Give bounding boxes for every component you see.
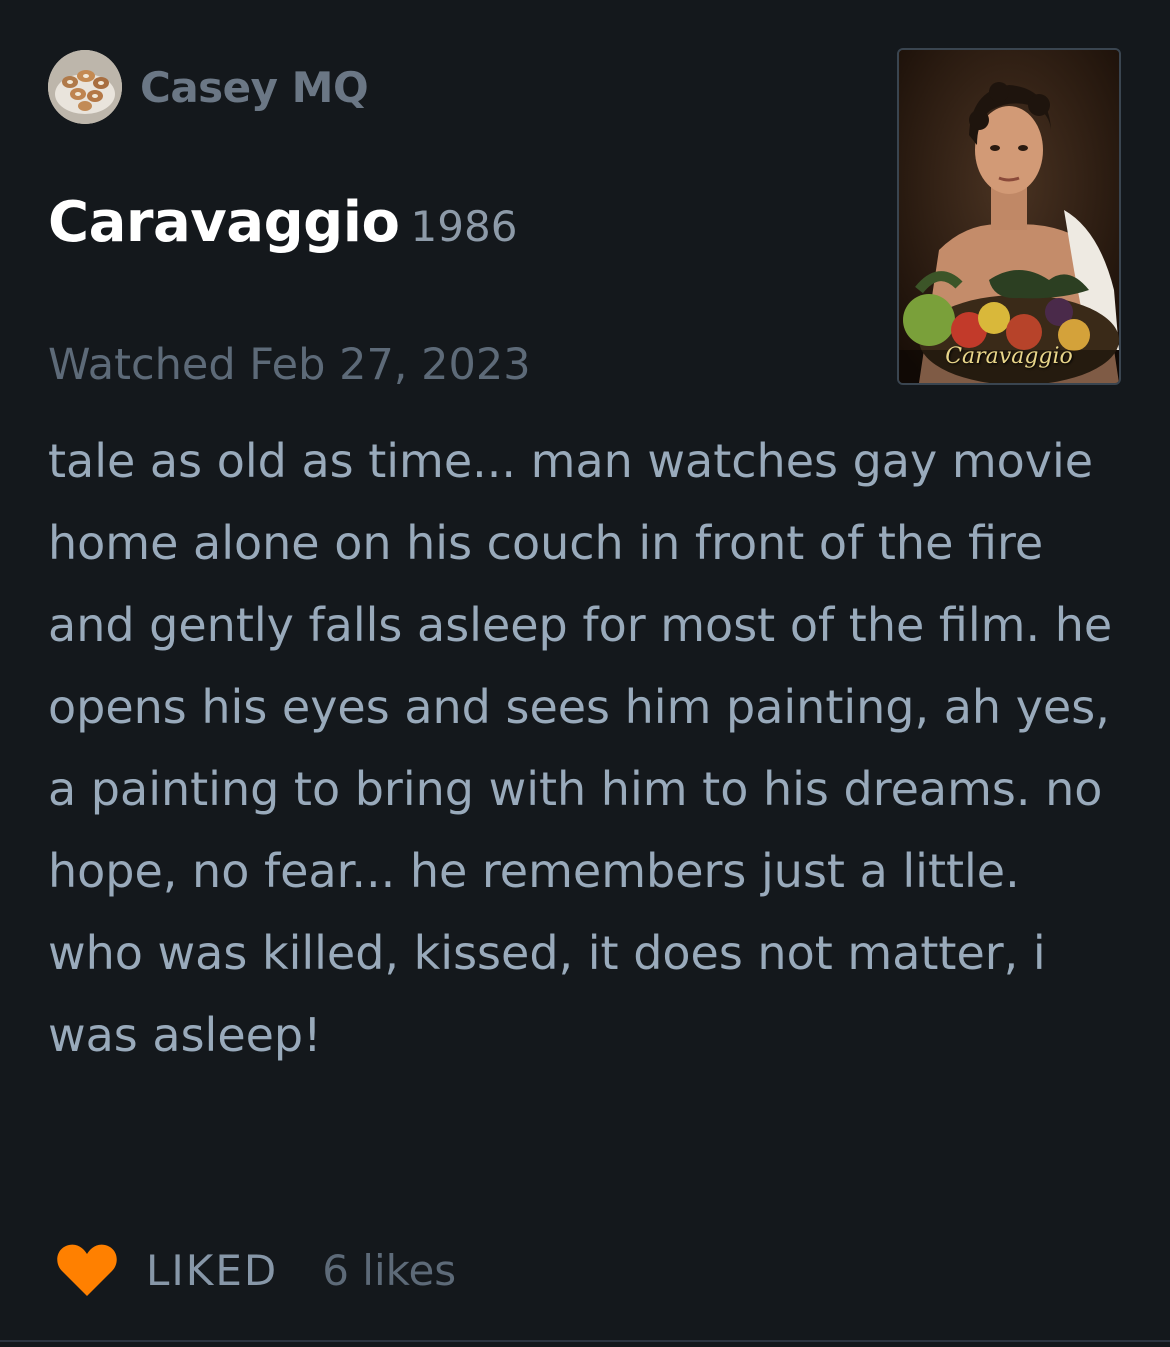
film-heading: Caravaggio 1986	[48, 190, 517, 255]
poster-title: Caravaggio	[945, 344, 1073, 369]
review-footer: LIKED 6 likes	[56, 1240, 456, 1300]
film-poster[interactable]: Caravaggio	[897, 48, 1121, 385]
heart-icon[interactable]	[56, 1242, 118, 1298]
liked-label[interactable]: LIKED	[146, 1246, 278, 1295]
author-name[interactable]: Casey MQ	[140, 62, 369, 114]
divider	[0, 1340, 1170, 1342]
avatar[interactable]	[48, 50, 122, 124]
poster-artwork	[899, 50, 1119, 383]
review-card: Casey MQ Caravaggio 1986 Watched Feb 27,…	[0, 0, 1170, 1347]
review-body: tale as old as time... man watches gay m…	[48, 434, 1113, 1062]
film-year[interactable]: 1986	[411, 202, 518, 251]
avatar-image	[48, 50, 122, 124]
watched-date: Watched Feb 27, 2023	[48, 340, 531, 390]
likes-count[interactable]: 6 likes	[322, 1246, 456, 1295]
film-title[interactable]: Caravaggio	[48, 190, 400, 255]
